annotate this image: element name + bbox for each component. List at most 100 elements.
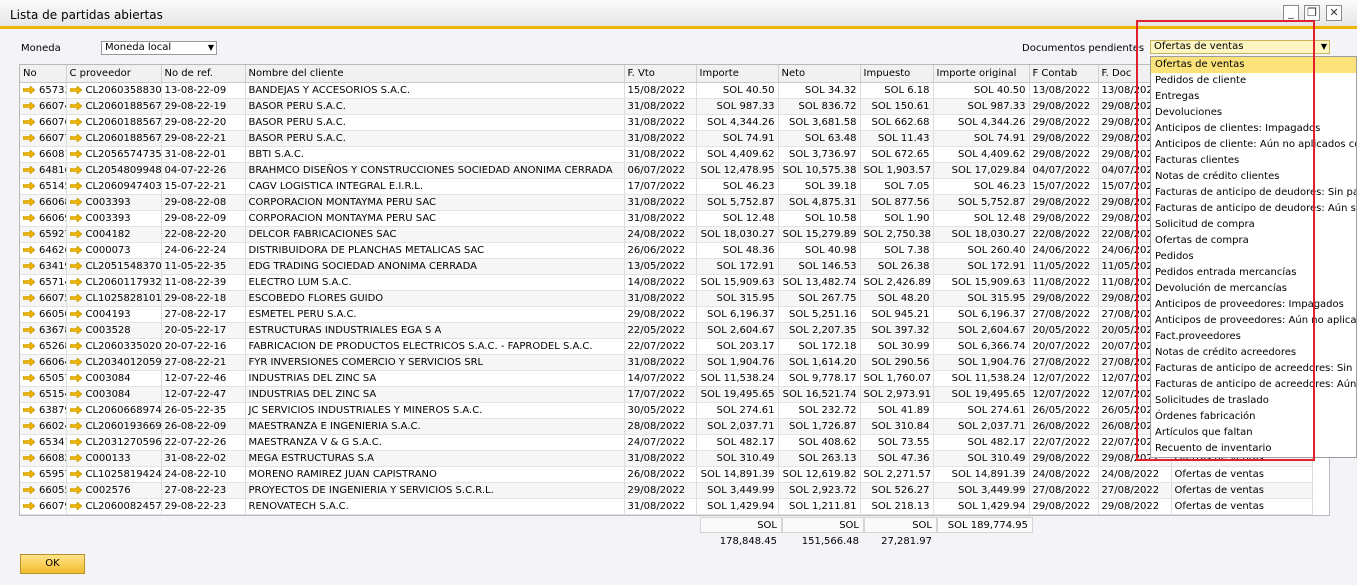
column-header[interactable]: F. Vto bbox=[624, 65, 697, 83]
link-arrow-icon[interactable] bbox=[69, 165, 86, 176]
link-arrow-icon[interactable] bbox=[69, 197, 86, 208]
dropdown-option[interactable]: Anticipos de cliente: Aún no aplicados c… bbox=[1151, 137, 1356, 153]
table-row[interactable]: 63678 C003528 20-05-22-17ESTRUCTURAS INDUS… bbox=[20, 322, 1313, 339]
link-arrow-icon[interactable] bbox=[69, 133, 86, 144]
table-row[interactable]: 63879 CL2060668974926-05-22-35JC SERVICIO… bbox=[20, 402, 1313, 419]
column-header[interactable]: Importe bbox=[696, 65, 779, 83]
dropdown-option[interactable]: Anticipos de proveedores: Aún no aplicad… bbox=[1151, 313, 1356, 329]
minimize-button[interactable]: _ bbox=[1283, 5, 1299, 21]
link-arrow-icon[interactable] bbox=[69, 245, 86, 256]
dropdown-option[interactable]: Artículos que faltan bbox=[1151, 425, 1356, 441]
column-header[interactable]: Nombre del cliente bbox=[245, 65, 625, 83]
link-arrow-icon[interactable] bbox=[23, 501, 39, 512]
link-arrow-icon[interactable] bbox=[69, 405, 86, 416]
restore-button[interactable]: ❐ bbox=[1304, 5, 1320, 21]
link-arrow-icon[interactable] bbox=[69, 469, 86, 480]
link-arrow-icon[interactable] bbox=[23, 453, 39, 464]
link-arrow-icon[interactable] bbox=[23, 213, 39, 224]
column-header[interactable]: C proveedor bbox=[66, 65, 162, 83]
table-row[interactable]: 64816 CL2054809948104-07-22-26BRAHMCO DIS… bbox=[20, 162, 1313, 179]
link-arrow-icon[interactable] bbox=[23, 373, 39, 384]
link-arrow-icon[interactable] bbox=[23, 485, 39, 496]
dropdown-option[interactable]: Anticipos de proveedores: Impagados bbox=[1151, 297, 1356, 313]
table-row[interactable]: 64626 C000073 24-06-22-24DISTRIBUIDORA DE … bbox=[20, 242, 1313, 259]
close-button[interactable]: ✕ bbox=[1326, 5, 1342, 21]
link-arrow-icon[interactable] bbox=[69, 437, 86, 448]
link-arrow-icon[interactable] bbox=[23, 405, 39, 416]
link-arrow-icon[interactable] bbox=[69, 341, 86, 352]
dropdown-option[interactable]: Ofertas de compra bbox=[1151, 233, 1356, 249]
table-row[interactable]: 66064 CL2034012059127-08-22-21FYR INVERSI… bbox=[20, 354, 1313, 371]
link-arrow-icon[interactable] bbox=[69, 485, 86, 496]
link-arrow-icon[interactable] bbox=[23, 293, 39, 304]
table-row[interactable]: 65733 CL2060358830513-08-22-09BANDEJAS Y … bbox=[20, 82, 1313, 99]
link-arrow-icon[interactable] bbox=[69, 389, 86, 400]
link-arrow-icon[interactable] bbox=[69, 117, 86, 128]
dropdown-option[interactable]: Notas de crédito acreedores bbox=[1151, 345, 1356, 361]
table-row[interactable]: 65145 CL2060947403415-07-22-21CAGV LOGIST… bbox=[20, 178, 1313, 195]
link-arrow-icon[interactable] bbox=[69, 213, 86, 224]
link-arrow-icon[interactable] bbox=[23, 309, 39, 320]
link-arrow-icon[interactable] bbox=[23, 261, 39, 272]
dropdown-option[interactable]: Facturas de anticipo de acreedores: Sin … bbox=[1151, 361, 1356, 377]
link-arrow-icon[interactable] bbox=[69, 261, 86, 272]
link-arrow-icon[interactable] bbox=[23, 197, 39, 208]
link-arrow-icon[interactable] bbox=[69, 101, 86, 112]
table-row[interactable]: 65927 C004182 22-08-22-20DELCOR FABRICACIO… bbox=[20, 226, 1313, 243]
dropdown-option[interactable]: Facturas de anticipo de acreedores: Aún … bbox=[1151, 377, 1356, 393]
table-row[interactable]: 66024 CL2060193669126-08-22-09MAESTRANZA … bbox=[20, 418, 1313, 435]
dropdown-option[interactable]: Solicitudes de traslado bbox=[1151, 393, 1356, 409]
table-row[interactable]: 66074 CL2060188567129-08-22-19BASOR PERU … bbox=[20, 98, 1313, 115]
dropdown-option[interactable]: Entregas bbox=[1151, 89, 1356, 105]
table-row[interactable]: 66082 C000133 31-08-22-02MEGA ESTRUCTURAS … bbox=[20, 450, 1313, 467]
column-header[interactable]: F Contab bbox=[1029, 65, 1099, 83]
link-arrow-icon[interactable] bbox=[23, 117, 39, 128]
table-row[interactable]: 66081 CL2056574735631-08-22-01BBTI S.A.C.… bbox=[20, 146, 1313, 163]
moneda-select[interactable]: Moneda local ▼ bbox=[101, 41, 217, 55]
dropdown-option[interactable]: Facturas de anticipo de deudores: Aún si… bbox=[1151, 201, 1356, 217]
table-row[interactable]: 66050 C004193 27-08-22-17ESMETEL PERU S.A.… bbox=[20, 306, 1313, 323]
link-arrow-icon[interactable] bbox=[69, 85, 86, 96]
table-row[interactable]: 66077 CL2060188567129-08-22-21BASOR PERU … bbox=[20, 130, 1313, 147]
table-row[interactable]: 66079 CL2060082457129-08-22-23RENOVATECH … bbox=[20, 498, 1313, 515]
link-arrow-icon[interactable] bbox=[23, 133, 39, 144]
link-arrow-icon[interactable] bbox=[23, 389, 39, 400]
column-header[interactable]: Impuesto bbox=[860, 65, 934, 83]
link-arrow-icon[interactable] bbox=[23, 149, 39, 160]
dropdown-option[interactable]: Pedidos entrada mercancías bbox=[1151, 265, 1356, 281]
table-row[interactable]: 65341 CL2031270596722-07-22-26MAESTRANZA … bbox=[20, 434, 1313, 451]
table-row[interactable]: 65268 CL2060335020120-07-22-16FABRICACION… bbox=[20, 338, 1313, 355]
link-arrow-icon[interactable] bbox=[69, 309, 86, 320]
column-header[interactable]: Neto bbox=[778, 65, 861, 83]
table-row[interactable]: 63419 CL2051548370611-05-22-35EDG TRADING… bbox=[20, 258, 1313, 275]
link-arrow-icon[interactable] bbox=[23, 341, 39, 352]
column-header[interactable]: Importe original bbox=[933, 65, 1030, 83]
ok-button[interactable]: OK bbox=[20, 554, 85, 574]
link-arrow-icon[interactable] bbox=[69, 453, 86, 464]
dropdown-option[interactable]: Pedidos bbox=[1151, 249, 1356, 265]
table-row[interactable]: 65714 CL2060117932711-08-22-39ELECTRO LUM… bbox=[20, 274, 1313, 291]
dropdown-option[interactable]: Facturas clientes bbox=[1151, 153, 1356, 169]
link-arrow-icon[interactable] bbox=[69, 421, 86, 432]
link-arrow-icon[interactable] bbox=[69, 325, 86, 336]
table-row[interactable]: 65957 CL1025819424724-08-22-10MORENO RAMI… bbox=[20, 466, 1313, 483]
table-row[interactable]: 66068 C003393 29-08-22-08CORPORACION MONTA… bbox=[20, 194, 1313, 211]
column-header[interactable]: No bbox=[20, 65, 67, 83]
link-arrow-icon[interactable] bbox=[69, 373, 86, 384]
dropdown-option[interactable]: Pedidos de cliente bbox=[1151, 73, 1356, 89]
link-arrow-icon[interactable] bbox=[69, 293, 86, 304]
docs-select[interactable]: Ofertas de ventas ▼ bbox=[1150, 40, 1330, 54]
dropdown-option[interactable]: Solicitud de compra bbox=[1151, 217, 1356, 233]
table-row[interactable]: 66075 CL1025828101829-08-22-18ESCOBEDO FL… bbox=[20, 290, 1313, 307]
link-arrow-icon[interactable] bbox=[69, 357, 86, 368]
link-arrow-icon[interactable] bbox=[23, 277, 39, 288]
link-arrow-icon[interactable] bbox=[23, 421, 39, 432]
link-arrow-icon[interactable] bbox=[23, 85, 39, 96]
link-arrow-icon[interactable] bbox=[23, 101, 39, 112]
table-row[interactable]: 66069 C003393 29-08-22-09CORPORACION MONTA… bbox=[20, 210, 1313, 227]
table-row[interactable]: 66055 C002576 27-08-22-23PROYECTOS DE INGE… bbox=[20, 482, 1313, 499]
link-arrow-icon[interactable] bbox=[69, 277, 86, 288]
link-arrow-icon[interactable] bbox=[69, 229, 86, 240]
link-arrow-icon[interactable] bbox=[69, 149, 86, 160]
dropdown-option[interactable]: Notas de crédito clientes bbox=[1151, 169, 1356, 185]
